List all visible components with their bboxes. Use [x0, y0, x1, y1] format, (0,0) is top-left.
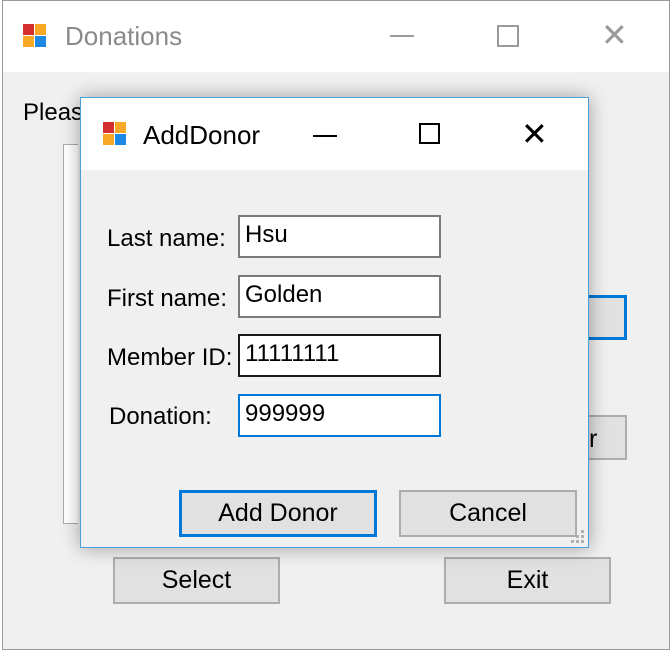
instruction-text: Pleas — [23, 99, 84, 126]
dialog-title: AddDonor — [143, 120, 261, 150]
hidden-button-label: r — [589, 425, 598, 453]
cancel-button[interactable]: Cancel — [399, 490, 577, 537]
select-button[interactable]: Select — [113, 557, 280, 604]
main-titlebar[interactable]: Donations ✕ — [3, 1, 669, 72]
dialog-app-icon — [103, 122, 127, 146]
add-donor-button[interactable]: Add Donor — [179, 490, 377, 537]
close-icon[interactable]: ✕ — [601, 19, 628, 51]
donation-field[interactable]: 999999 — [238, 394, 441, 437]
add-donor-dialog: AddDonor ✕ Last name: Hsu First name: Go… — [80, 97, 589, 548]
dialog-close-icon[interactable]: ✕ — [521, 118, 548, 150]
main-window-title: Donations — [65, 21, 183, 51]
donor-list-box[interactable] — [63, 144, 78, 524]
resize-grip-icon[interactable] — [571, 530, 585, 544]
first-name-label: First name: — [107, 285, 228, 312]
last-name-label: Last name: — [107, 225, 226, 252]
member-id-label: Member ID: — [107, 344, 233, 371]
dialog-minimize-icon[interactable] — [313, 135, 337, 137]
exit-button[interactable]: Exit — [444, 557, 611, 604]
app-icon — [23, 24, 47, 48]
dialog-maximize-icon[interactable] — [419, 123, 440, 144]
donation-label: Donation: — [109, 403, 212, 430]
maximize-icon[interactable] — [497, 25, 519, 47]
first-name-field[interactable]: Golden — [238, 275, 441, 318]
member-id-field[interactable]: 11111111 — [238, 334, 441, 377]
minimize-icon[interactable] — [390, 35, 414, 37]
hidden-default-button[interactable] — [589, 295, 627, 340]
last-name-field[interactable]: Hsu — [238, 215, 441, 258]
dialog-titlebar[interactable]: AddDonor ✕ — [81, 98, 588, 170]
hidden-action-button[interactable]: r — [589, 415, 627, 460]
